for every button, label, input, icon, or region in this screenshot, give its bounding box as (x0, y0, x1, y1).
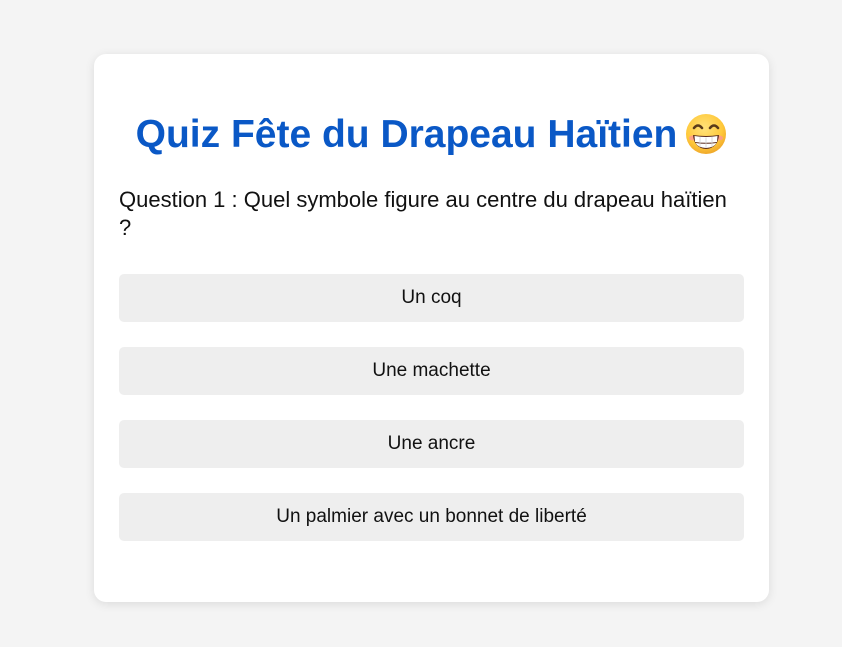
quiz-title: Quiz Fête du Drapeau Haïtien (119, 110, 744, 160)
quiz-title-text: Quiz Fête du Drapeau Haïtien (135, 113, 678, 156)
answer-button-machette[interactable]: Une machette (119, 347, 744, 395)
grinning-face-icon (686, 113, 727, 154)
quiz-card: Quiz Fête du Drapeau Haïtien Question 1 … (94, 54, 769, 602)
answer-button-palmier[interactable]: Un palmier avec un bonnet de liberté (119, 493, 744, 541)
answer-list: Un coq Une machette Une ancre Un palmier… (119, 274, 744, 541)
answer-button-coq[interactable]: Un coq (119, 274, 744, 322)
question-text: Question 1 : Quel symbole figure au cent… (119, 187, 727, 240)
answer-button-ancre[interactable]: Une ancre (119, 420, 744, 468)
